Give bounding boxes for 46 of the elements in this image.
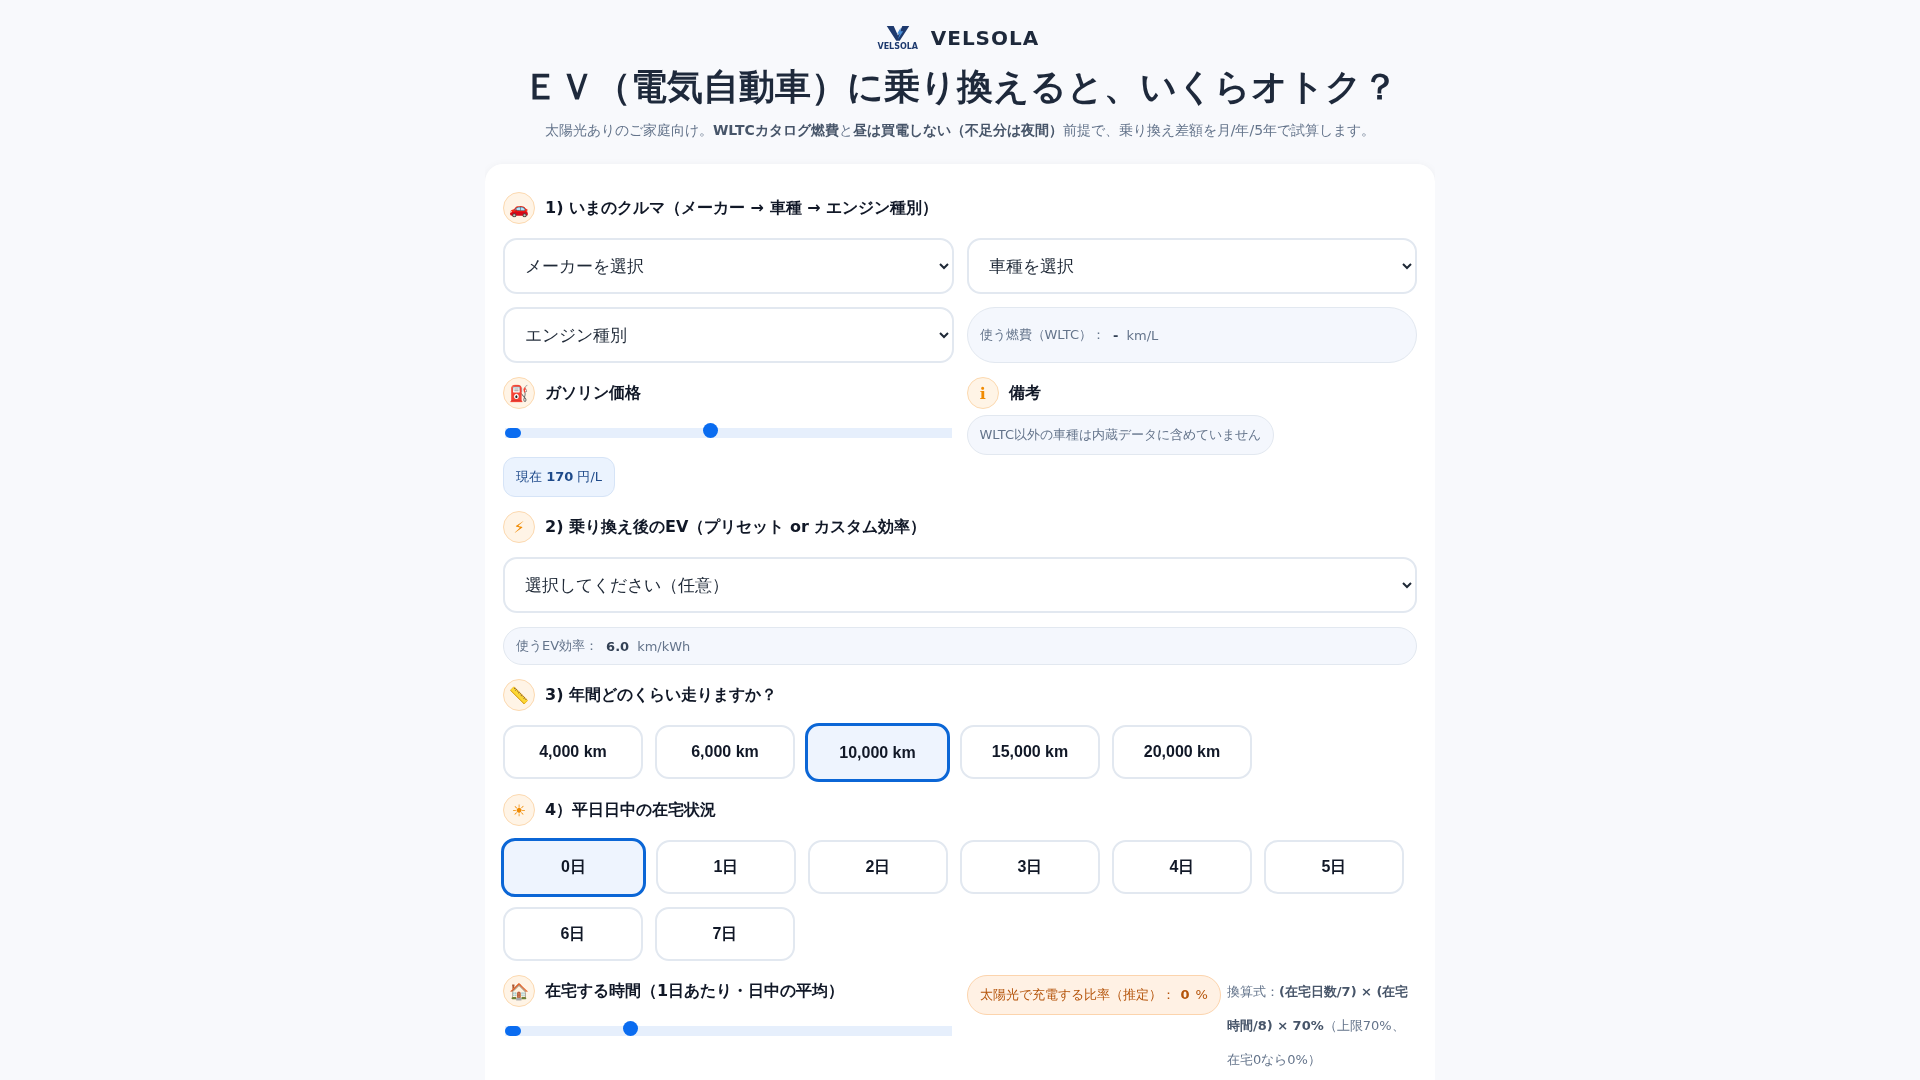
formula-text: 換算式：(在宅日数/7) × (在宅時間/8) × 70%（上限70%、在宅0なら0%） [1226,983,1410,1069]
home-days-option[interactable]: 4日 [1112,840,1252,894]
ruler-icon: 📏 [503,679,535,711]
section-heading: 4）平日日中の在宅状況 [545,799,717,821]
distance-option[interactable]: 4,000 km [503,725,643,779]
home-days-option[interactable]: 5日 [1264,840,1404,894]
logo-text: VELSOLA [877,42,919,51]
section-heading: 2) 乗り換え後のEV（プリセット or カスタム効率） [545,516,927,538]
home-days-option[interactable]: 6日 [503,907,643,961]
ev-select[interactable]: 選択してください（任意） [503,557,1417,613]
v-bolt-icon [884,24,911,42]
section-heading: 在宅する時間（1日あたり・日中の平均） [545,980,845,1002]
gas-price-slider[interactable] [505,423,952,441]
distance-option[interactable]: 6,000 km [655,725,795,779]
fuel-economy-readout: 使う燃費（WLTC）： - km/L [966,307,1417,363]
note-text: WLTC以外の車種は内蔵データに含めていません [966,415,1275,455]
page-subtitle: 太陽光ありのご家庭向け。WLTCカタログ燃費と昼は買電しない（不足分は夜間）前提で、乗り換え差額を月/年/5年で試算します。 [544,122,1376,140]
page-title: ＥＶ（電気自動車）に乗り換えると、いくらオトク？ [522,65,1398,109]
ev-efficiency-readout: 使うEV効率： 6.0 km/kWh [503,627,1417,665]
home-days-option[interactable]: 1日 [656,840,796,894]
section-heading: 1) いまのクルマ（メーカー → 車種 → エンジン種別） [545,197,939,219]
home-days-option[interactable]: 2日 [808,840,948,894]
sun-icon: ☀ [503,794,535,826]
maker-select[interactable]: メーカーを選択 [503,238,954,294]
slider-thumb[interactable] [703,423,719,438]
car-icon: 🚗 [503,192,535,224]
engine-select[interactable]: エンジン種別 [503,307,954,363]
model-select[interactable]: 車種を選択 [966,238,1417,294]
home-days-option[interactable]: 0日 [501,838,646,897]
section-heading: ガソリン価格 [545,382,641,404]
info-icon: ℹ [966,377,999,409]
lightning-icon: ⚡ [503,511,535,543]
section-heading: 備考 [1008,382,1041,404]
home-days-option[interactable]: 3日 [960,840,1100,894]
distance-option[interactable]: 10,000 km [805,723,950,782]
distance-option[interactable]: 15,000 km [960,725,1100,779]
solar-ratio-badge: 太陽光で充電する比率（推定）： 0 % [966,975,1221,1015]
home-days-option[interactable]: 7日 [655,907,795,961]
current-price-badge: 現在 170 円/L [503,457,616,497]
slider-thumb[interactable] [623,1021,638,1036]
house-icon: 🏠 [503,975,535,1007]
fuel-pump-icon: ⛽ [503,377,535,409]
section-heading: 3) 年間どのくらい走りますか？ [545,684,777,706]
home-hours-slider[interactable] [505,1021,952,1039]
brand-name: VELSOLA [930,25,1040,50]
distance-option[interactable]: 20,000 km [1112,725,1252,779]
